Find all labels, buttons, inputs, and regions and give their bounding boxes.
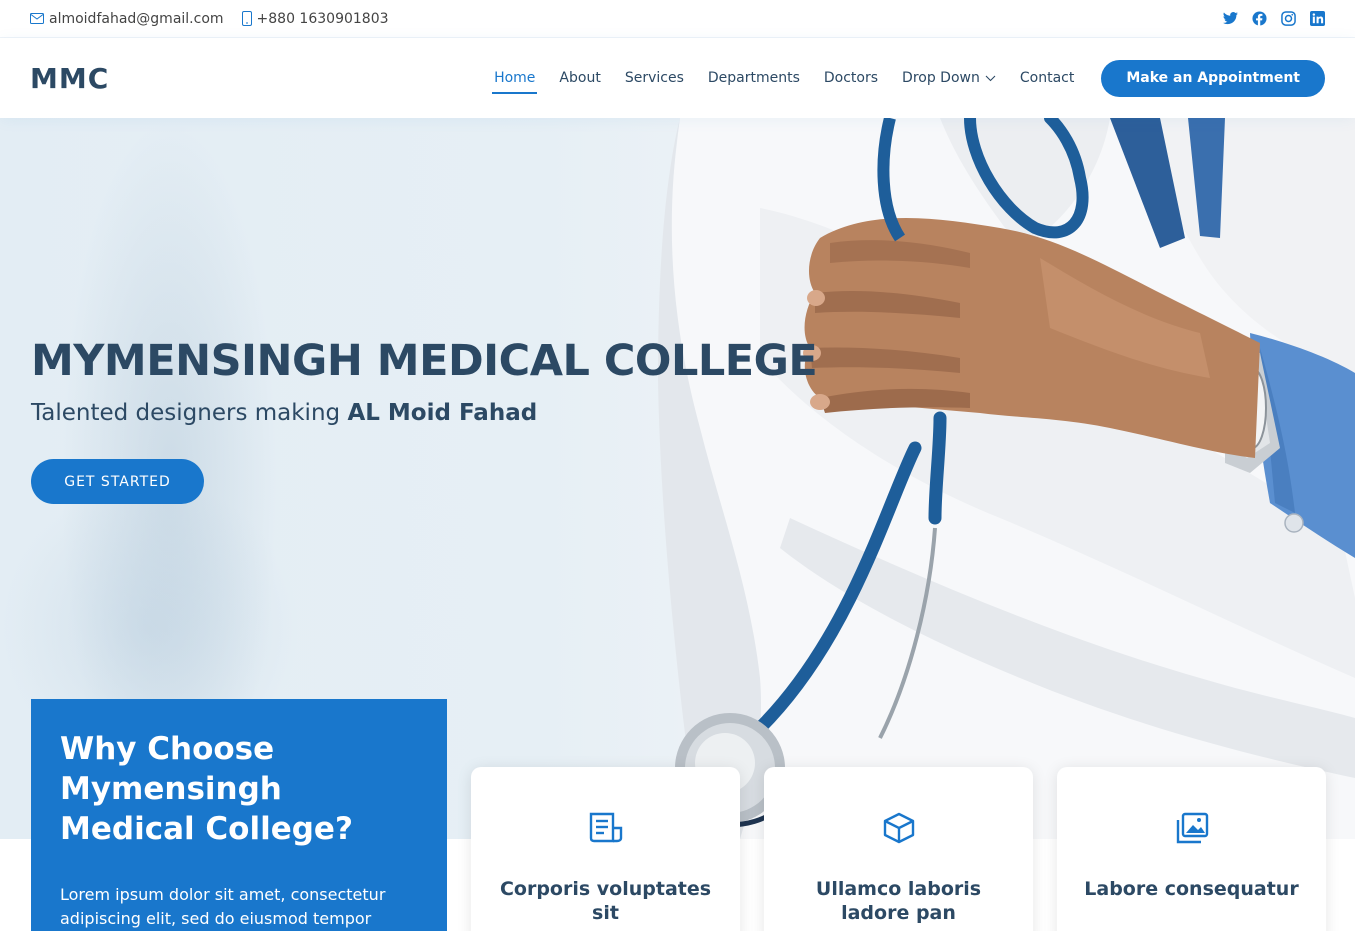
receipt-icon — [587, 809, 625, 847]
instagram-icon[interactable] — [1281, 11, 1296, 26]
main-header: MMC Home About Services Departments Doct… — [0, 38, 1355, 118]
nav-services-label: Services — [624, 70, 684, 86]
nav-contact-label: Contact — [1019, 70, 1075, 86]
chevron-down-icon — [985, 75, 996, 82]
hero-subtitle-name: AL Moid Fahad — [347, 400, 538, 426]
contact-info: almoidfahad@gmail.com +880 1630901803 — [30, 11, 407, 27]
hero-title: MYMENSINGH MEDICAL COLLEGE — [31, 336, 818, 386]
main-nav: Home About Services Departments Doctors … — [470, 59, 1325, 97]
make-appointment-button[interactable]: Make an Appointment — [1101, 59, 1325, 97]
twitter-icon[interactable] — [1223, 11, 1238, 26]
facebook-icon[interactable] — [1252, 11, 1267, 26]
feature-card-title: Corporis voluptates sit — [499, 878, 712, 924]
email-text: almoidfahad@gmail.com — [49, 10, 224, 27]
phone-contact[interactable]: +880 1630901803 — [241, 10, 389, 27]
hero-subtitle: Talented designers making AL Moid Fahad — [31, 400, 537, 426]
nav-departments-label: Departments — [707, 70, 800, 86]
nav-doctors-label: Doctors — [823, 70, 879, 86]
nav-about-label: About — [559, 70, 601, 86]
hero-subtitle-text: Talented designers making — [31, 400, 348, 426]
feature-card: Labore consequatur — [1057, 767, 1326, 931]
email-contact[interactable]: almoidfahad@gmail.com — [30, 11, 224, 27]
nav-home[interactable]: Home — [492, 62, 538, 94]
images-icon — [1173, 809, 1211, 847]
get-started-button[interactable]: GET STARTED — [31, 459, 204, 504]
why-choose-text: Lorem ipsum dolor sit amet, consectetur … — [60, 885, 386, 928]
why-choose-box: Why Choose Mymensingh Medical College? L… — [31, 699, 447, 931]
feature-card-title: Labore consequatur — [1084, 878, 1299, 900]
nav-dropdown[interactable]: Drop Down — [902, 62, 996, 94]
nav-doctors[interactable]: Doctors — [824, 62, 878, 94]
feature-card: Ullamco laboris ladore pan — [764, 767, 1033, 931]
nav-dropdown-label: Drop Down — [902, 70, 980, 86]
feature-card-title: Ullamco laboris ladore pan — [815, 878, 982, 924]
feature-card: Corporis voluptates sit — [471, 767, 740, 931]
nav-services[interactable]: Services — [625, 62, 684, 94]
nav-departments[interactable]: Departments — [708, 62, 800, 94]
site-logo[interactable]: MMC — [30, 62, 109, 95]
phone-text: +880 1630901803 — [256, 10, 389, 27]
doctor-hero-image — [658, 118, 1355, 839]
top-bar: almoidfahad@gmail.com +880 1630901803 — [0, 0, 1355, 38]
nav-contact[interactable]: Contact — [1020, 62, 1074, 94]
envelope-icon — [30, 13, 44, 24]
nav-about[interactable]: About — [559, 62, 600, 94]
cube-icon — [880, 809, 918, 847]
phone-icon — [241, 11, 252, 26]
linkedin-icon[interactable] — [1310, 11, 1325, 26]
nav-home-label: Home — [494, 70, 536, 86]
social-links — [1223, 11, 1325, 26]
why-choose-title: Why Choose Mymensingh Medical College? — [60, 731, 353, 847]
